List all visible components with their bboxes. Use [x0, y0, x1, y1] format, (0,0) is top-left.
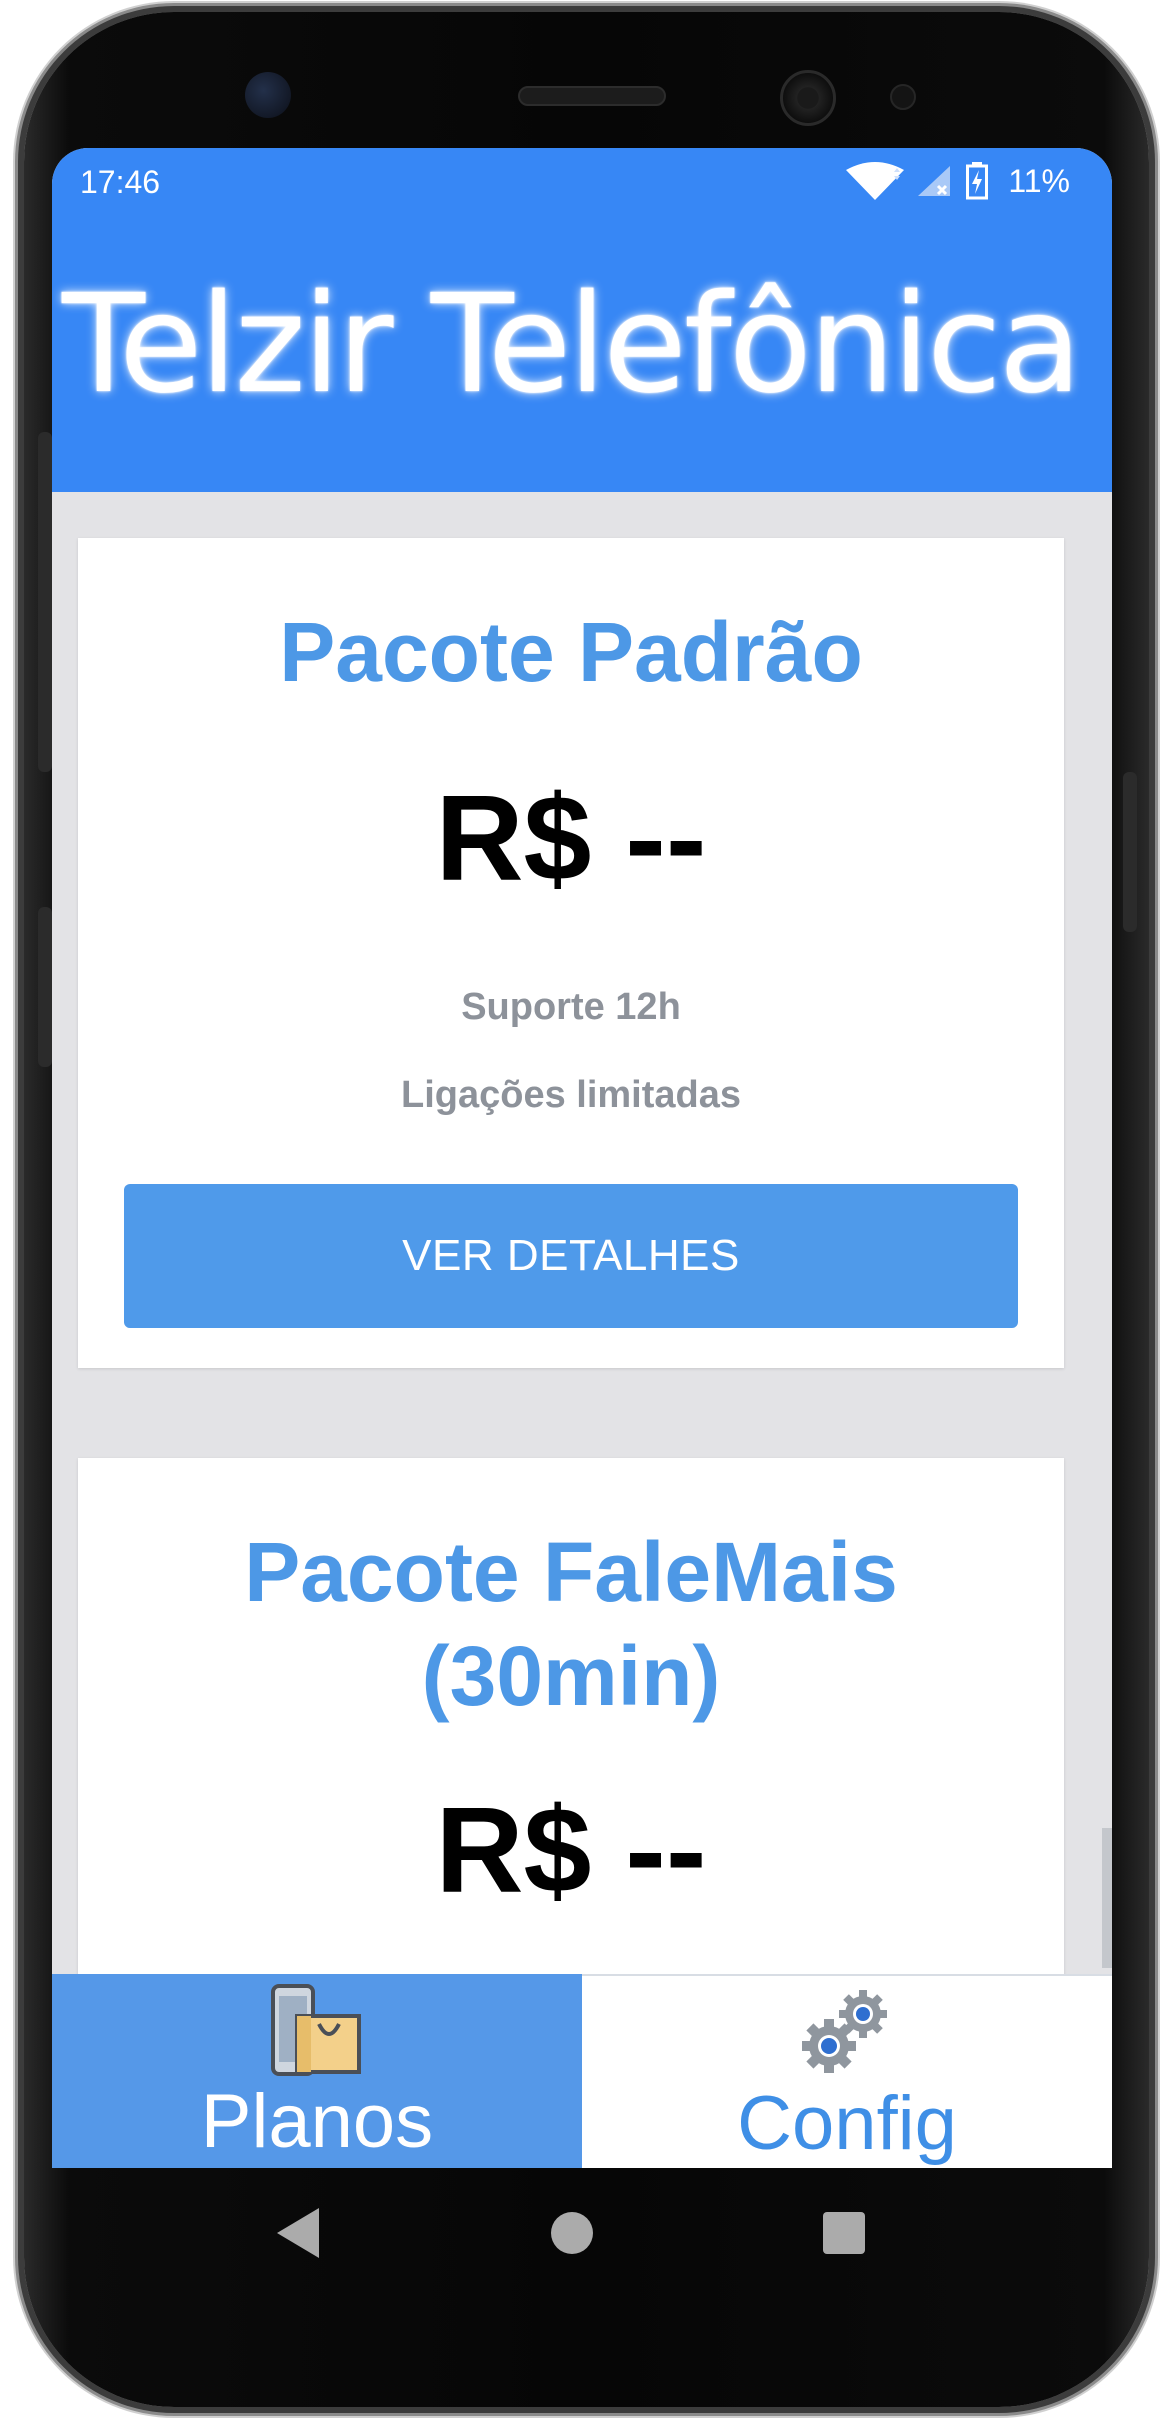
home-circle-icon: [551, 2212, 593, 2254]
app-header: Telzir Telefônica: [52, 218, 1112, 492]
edge-panel-handle[interactable]: [1102, 1828, 1112, 1968]
plan-title: Pacote Padrão: [279, 605, 863, 699]
plan-price: R$ --: [435, 770, 707, 906]
power-key: [1123, 772, 1137, 932]
cell-signal-icon: [918, 166, 951, 196]
earpiece-speaker: [518, 86, 666, 106]
battery-percent: 11%: [1008, 162, 1070, 199]
bixby-key: [38, 907, 52, 1067]
status-time: 17:46: [80, 164, 161, 200]
home-button[interactable]: [512, 2168, 632, 2298]
plan-title-line-2: (30min): [421, 1629, 721, 1723]
plan-feature: Suporte 12h: [461, 986, 681, 1028]
phone-screen: 17:46 11% Telzir Telefônica Pacote Padrã…: [52, 148, 1112, 2168]
gears-icon: [802, 1990, 887, 2073]
plans-list[interactable]: Pacote Padrão R$ -- Suporte 12h Ligações…: [52, 492, 1112, 2122]
tab-config[interactable]: Config: [582, 1974, 1112, 2168]
tab-planos[interactable]: Planos: [52, 1974, 582, 2168]
status-bar: 17:46 11%: [52, 148, 1112, 218]
plan-card-padrao: Pacote Padrão R$ -- Suporte 12h Ligações…: [78, 538, 1064, 1368]
battery-charging-icon: [966, 162, 989, 200]
plan-feature: Ligações limitadas: [400, 1074, 741, 1116]
tab-label: Config: [737, 2081, 957, 2166]
back-button[interactable]: [238, 2168, 358, 2298]
plan-title-line-1: Pacote FaleMais: [244, 1525, 898, 1619]
shopping-bag-phone-icon: [271, 1984, 361, 2076]
recents-square-icon: [823, 2212, 865, 2254]
view-details-button[interactable]: VER DETALHES: [124, 1184, 1018, 1328]
recents-button[interactable]: [784, 2168, 904, 2298]
wifi-icon: [846, 162, 905, 200]
front-camera: [780, 70, 836, 126]
front-sensor: [245, 72, 291, 118]
proximity-sensor: [890, 84, 916, 110]
back-triangle-icon: [277, 2208, 319, 2258]
system-navigation-bar: [52, 2168, 1112, 2298]
volume-key: [38, 432, 52, 772]
tab-label: Planos: [200, 2079, 434, 2164]
bottom-navigation: Planos Config: [52, 1974, 1112, 2168]
status-icons: 11%: [844, 162, 1070, 200]
plan-price: R$ --: [435, 1782, 707, 1918]
app-title: Telzir Telefônica: [62, 266, 1082, 424]
